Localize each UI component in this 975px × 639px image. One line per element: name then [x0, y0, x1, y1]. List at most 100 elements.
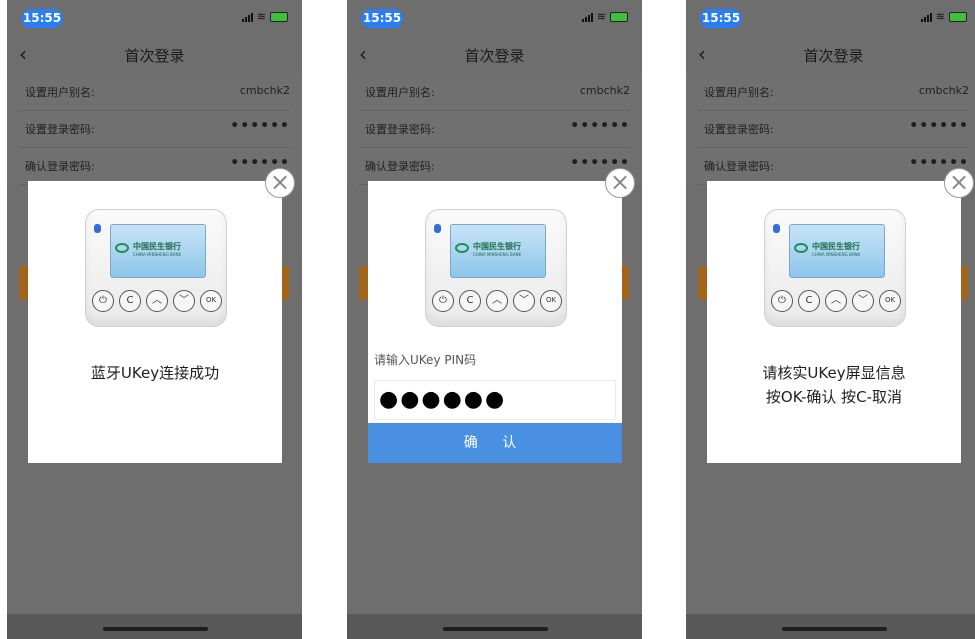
status-time: 15:55 [361, 9, 403, 28]
phone-screen-3: 15:55 ≋ ‹ 首次登录 设置用户别名: cmbchk2 设置登录密码: •… [686, 0, 975, 639]
pin-entry-modal: × 中国民生银行 CHINA MINSHENG BANK ⏻ C ︿ ﹀ OK … [368, 168, 635, 463]
close-icon[interactable]: × [265, 168, 295, 198]
confirm-password-row[interactable]: 确认登录密码: •••••• [698, 148, 969, 185]
close-icon[interactable]: × [944, 168, 974, 198]
c-key-icon: C [798, 290, 820, 312]
confirm-button[interactable]: 确 认 [368, 423, 622, 463]
bank-name: 中国民生银行 [473, 242, 521, 251]
bank-sub: CHINA MINSHENG BANK [473, 252, 522, 257]
page-title: 首次登录 [464, 47, 525, 65]
ukey-connected-modal: × 中国民生银行 CHINA MINSHENG BANK ⏻ C ︿ ﹀ OK … [28, 168, 295, 463]
pin-input[interactable]: ●●●●●● [374, 380, 616, 420]
bank-name: 中国民生银行 [133, 242, 181, 251]
c-key-icon: C [459, 290, 481, 312]
home-indicator [103, 627, 208, 631]
bank-sub: CHINA MINSHENG BANK [133, 252, 182, 257]
status-icons: ≋ [920, 10, 967, 23]
c-key-icon: C [119, 290, 141, 312]
password-row[interactable]: 设置登录密码: •••••• [19, 111, 290, 148]
bluetooth-icon [434, 224, 441, 233]
battery-icon [949, 11, 967, 22]
up-key-icon: ︿ [146, 290, 168, 312]
alias-value: cmbchk2 [239, 84, 290, 97]
status-time: 15:55 [700, 9, 742, 28]
login-form: 设置用户别名: cmbchk2 设置登录密码: •••••• 确认登录密码: •… [7, 74, 302, 185]
status-bar: 15:55 ≋ [686, 0, 975, 34]
ukey-device-image: 中国民生银行 CHINA MINSHENG BANK ⏻ C ︿ ﹀ OK [85, 209, 227, 327]
up-key-icon: ︿ [486, 290, 508, 312]
status-bar: 15:55 ≋ [7, 0, 302, 34]
wifi-icon: ≋ [256, 10, 266, 23]
home-indicator [782, 627, 887, 631]
password-row[interactable]: 设置登录密码: •••••• [698, 111, 969, 148]
bluetooth-icon [94, 224, 101, 233]
bank-sub: CHINA MINSHENG BANK [812, 252, 861, 257]
alias-label: 设置用户别名: [25, 86, 95, 99]
password-label: 设置登录密码: [365, 123, 435, 136]
device-keys: ⏻ C ︿ ﹀ OK [771, 290, 901, 312]
alias-row[interactable]: 设置用户别名: cmbchk2 [698, 74, 969, 111]
phone-screen-1: 15:55 ≋ ‹ 首次登录 设置用户别名: cmbchk2 设置登录密码: •… [7, 0, 302, 639]
home-indicator [443, 627, 548, 631]
ok-key-icon: OK [200, 290, 222, 312]
confirm-password-label: 确认登录密码: [365, 160, 435, 173]
alias-label: 设置用户别名: [704, 86, 774, 99]
phone-screen-2: 15:55 ≋ ‹ 首次登录 设置用户别名: cmbchk2 设置登录密码: •… [347, 0, 642, 639]
page-title: 首次登录 [803, 47, 864, 65]
login-form: 设置用户别名: cmbchk2 设置登录密码: •••••• 确认登录密码: •… [686, 74, 975, 185]
verify-ukey-modal: × 中国民生银行 CHINA MINSHENG BANK ⏻ C ︿ ﹀ OK … [707, 168, 974, 463]
down-key-icon: ﹀ [852, 290, 874, 312]
status-bar: 15:55 ≋ [347, 0, 642, 34]
bank-logo-icon [794, 243, 808, 253]
modal-message-line-2: 按OK-确认 按C-取消 [765, 388, 903, 406]
confirm-password-row[interactable]: 确认登录密码: •••••• [19, 148, 290, 185]
password-value: •••••• [909, 118, 969, 134]
ok-key-icon: OK [540, 290, 562, 312]
nav-bar: ‹ 首次登录 [7, 34, 302, 74]
ukey-device-image: 中国民生银行 CHINA MINSHENG BANK ⏻ C ︿ ﹀ OK [425, 209, 567, 327]
status-icons: ≋ [241, 10, 288, 23]
device-keys: ⏻ C ︿ ﹀ OK [92, 290, 222, 312]
device-screen: 中国民生银行 CHINA MINSHENG BANK [450, 224, 546, 278]
device-screen: 中国民生银行 CHINA MINSHENG BANK [110, 224, 206, 278]
pin-label: 请输入UKey PIN码 [374, 353, 477, 367]
battery-icon [270, 11, 288, 22]
ok-key-icon: OK [879, 290, 901, 312]
wifi-icon: ≋ [935, 10, 945, 23]
password-value: •••••• [570, 118, 630, 134]
login-form: 设置用户别名: cmbchk2 设置登录密码: •••••• 确认登录密码: •… [347, 74, 642, 185]
battery-icon [610, 11, 628, 22]
password-label: 设置登录密码: [704, 123, 774, 136]
password-label: 设置登录密码: [25, 123, 95, 136]
page-title: 首次登录 [124, 47, 185, 65]
bank-logo-icon [115, 243, 129, 253]
signal-icon [920, 12, 932, 22]
modal-message: 蓝牙UKey连接成功 [90, 364, 220, 382]
confirm-password-label: 确认登录密码: [704, 160, 774, 173]
close-icon[interactable]: × [605, 168, 635, 198]
alias-value: cmbchk2 [918, 84, 969, 97]
alias-row[interactable]: 设置用户别名: cmbchk2 [359, 74, 630, 111]
alias-label: 设置用户别名: [365, 86, 435, 99]
password-row[interactable]: 设置登录密码: •••••• [359, 111, 630, 148]
power-key-icon: ⏻ [771, 290, 793, 312]
modal-message-line-1: 请核实UKey屏显信息 [762, 364, 906, 382]
signal-icon [241, 12, 253, 22]
device-keys: ⏻ C ︿ ﹀ OK [432, 290, 562, 312]
confirm-password-row[interactable]: 确认登录密码: •••••• [359, 148, 630, 185]
bottom-bar [7, 614, 302, 639]
status-time: 15:55 [21, 9, 63, 28]
alias-value: cmbchk2 [579, 84, 630, 97]
modal-message: 请核实UKey屏显信息 按OK-确认 按C-取消 [707, 361, 961, 409]
signal-icon [581, 12, 593, 22]
bank-logo-icon [455, 243, 469, 253]
bottom-bar [347, 614, 642, 639]
power-key-icon: ⏻ [432, 290, 454, 312]
bluetooth-icon [773, 224, 780, 233]
power-key-icon: ⏻ [92, 290, 114, 312]
down-key-icon: ﹀ [513, 290, 535, 312]
wifi-icon: ≋ [596, 10, 606, 23]
alias-row[interactable]: 设置用户别名: cmbchk2 [19, 74, 290, 111]
bottom-bar [686, 614, 975, 639]
bank-name: 中国民生银行 [812, 242, 860, 251]
